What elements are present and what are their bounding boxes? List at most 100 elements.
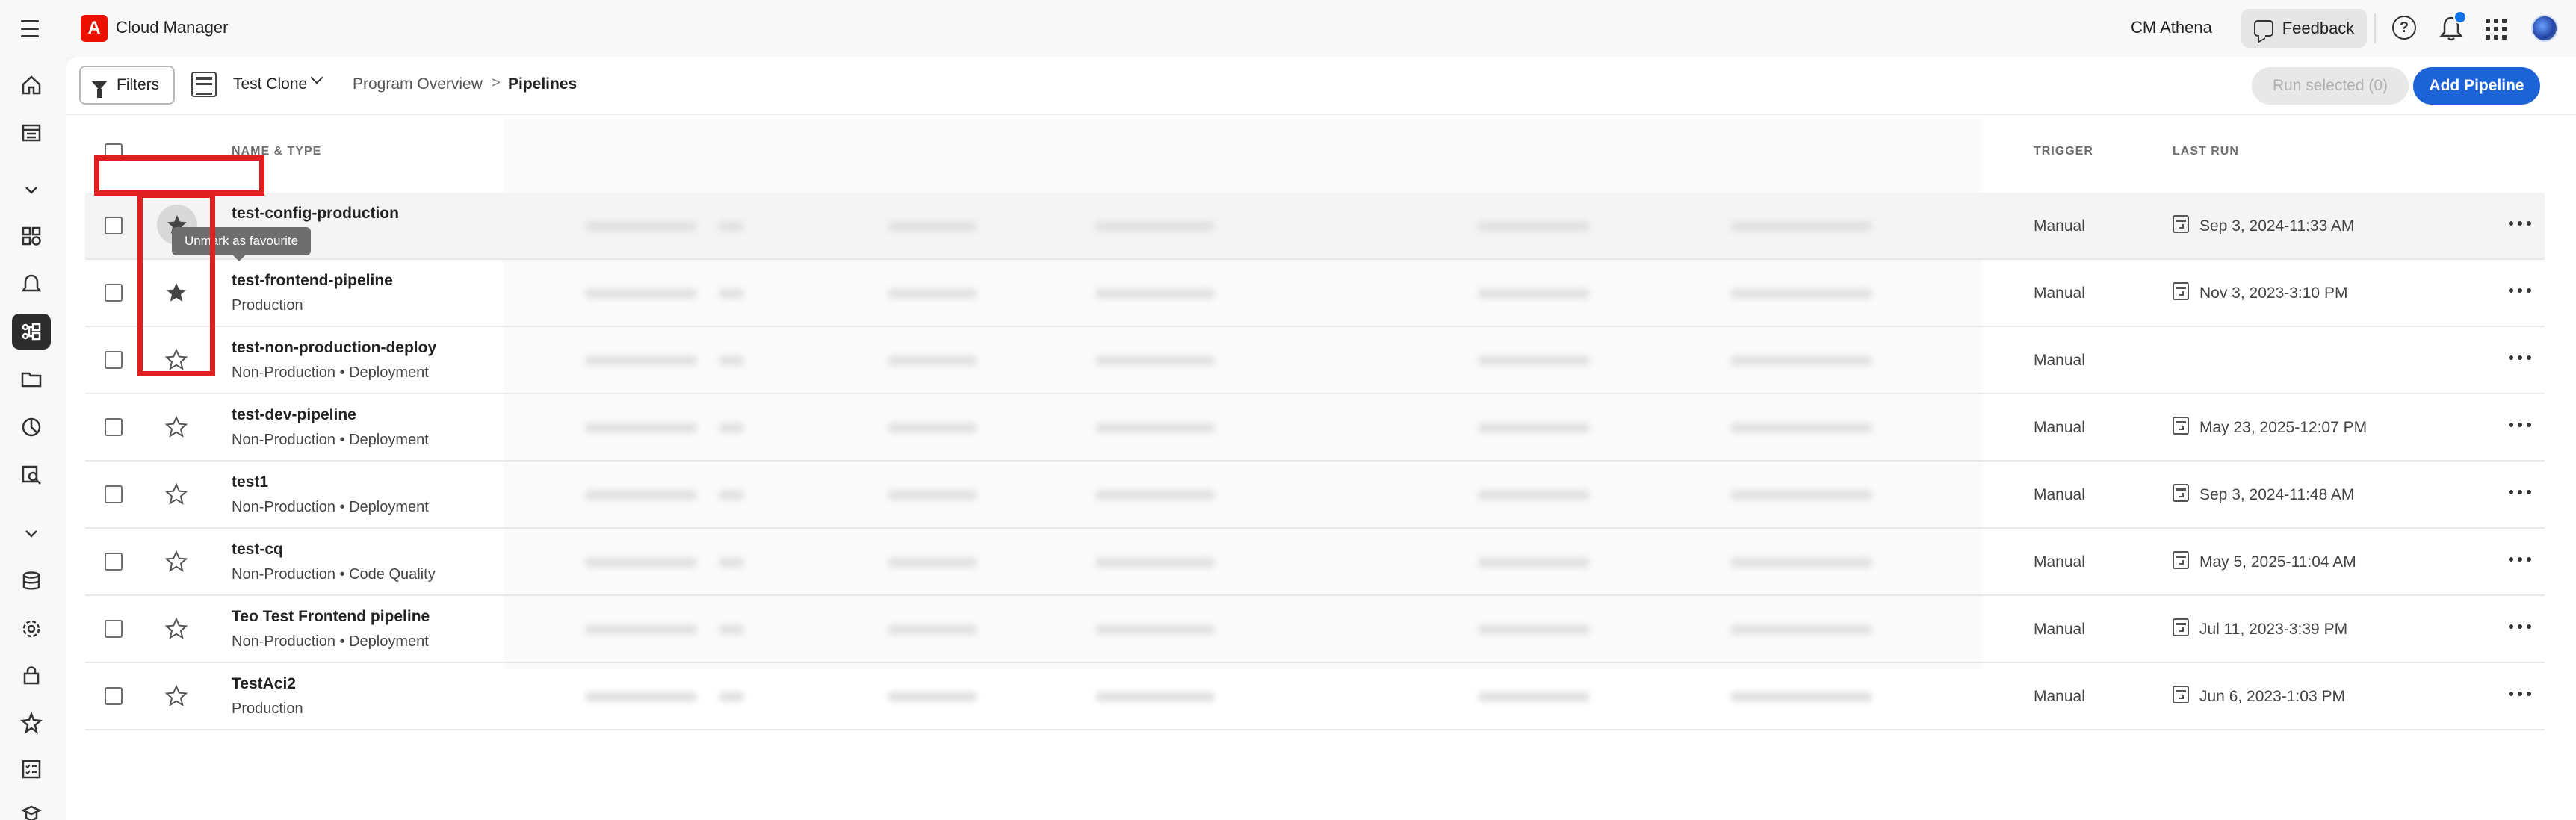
pipeline-name[interactable]: test-config-production [232, 205, 399, 223]
reports-icon[interactable] [18, 414, 45, 441]
row-checkbox[interactable] [105, 687, 123, 705]
breadcrumb-separator: > [492, 75, 501, 91]
star-outline-icon[interactable] [164, 550, 190, 575]
redacted-cell [585, 423, 697, 433]
settings-icon[interactable] [18, 615, 45, 642]
apps-grid-icon[interactable] [2486, 19, 2507, 40]
filters-label: Filters [117, 76, 160, 93]
calendar-icon [2173, 686, 2189, 703]
column-header-last-run[interactable]: LAST RUN [2173, 145, 2239, 158]
feedback-label: Feedback [2282, 19, 2355, 37]
program-selector[interactable]: Test Clone [233, 75, 307, 93]
redacted-cell [1095, 557, 1215, 568]
calendar-icon [2173, 618, 2189, 636]
more-actions-icon[interactable] [2509, 423, 2531, 429]
table-row[interactable]: test1 Non-Production • Deployment Manual Se… [85, 462, 2545, 529]
row-checkbox[interactable] [105, 351, 123, 369]
pipeline-name[interactable]: test-cq [232, 541, 283, 559]
pipeline-name[interactable]: test1 [232, 473, 268, 491]
integrations-icon[interactable] [18, 709, 45, 736]
row-checkbox[interactable] [105, 485, 123, 503]
last-run-cell: Sep 3, 2024-11:33 AM [2199, 217, 2355, 234]
chevron-down-icon[interactable] [18, 176, 45, 203]
more-actions-icon[interactable] [2509, 221, 2531, 227]
table-row[interactable]: test-dev-pipeline Non-Production • Deploy… [85, 394, 2545, 462]
redacted-cell [1730, 490, 1872, 500]
redacted-cell [888, 490, 977, 500]
row-checkbox[interactable] [105, 284, 123, 302]
help-icon[interactable]: ? [2392, 16, 2416, 40]
star-outline-icon[interactable] [164, 415, 190, 441]
row-checkbox[interactable] [105, 620, 123, 638]
calendar-icon [2173, 417, 2189, 435]
top-bar: A Cloud Manager CM Athena Feedback ? [0, 0, 2576, 57]
star-outline-icon[interactable] [164, 482, 190, 508]
more-actions-icon[interactable] [2509, 490, 2531, 496]
feedback-button[interactable]: Feedback [2241, 9, 2367, 48]
column-header-trigger[interactable]: TRIGGER [2034, 145, 2093, 158]
more-actions-icon[interactable] [2509, 288, 2531, 294]
table-row[interactable]: test-config-productionProductionManualSe… [85, 193, 2545, 260]
filters-button[interactable]: Filters [79, 66, 175, 105]
redacted-cell [888, 624, 977, 635]
star-outline-icon[interactable] [164, 617, 190, 642]
row-checkbox[interactable] [105, 418, 123, 436]
run-selected-button[interactable]: Run selected (0) [2252, 67, 2409, 105]
folder-icon[interactable] [18, 366, 45, 393]
redacted-cell [585, 355, 697, 366]
pipeline-name[interactable]: test-non-production-deploy [232, 339, 436, 357]
redacted-cell [1095, 221, 1215, 232]
hamburger-menu-icon[interactable] [16, 15, 43, 42]
app-title[interactable]: Cloud Manager [116, 18, 228, 37]
annotation-box [137, 193, 215, 376]
search-logs-icon[interactable] [18, 462, 45, 488]
pipeline-name[interactable]: test-frontend-pipeline [232, 272, 393, 290]
star-outline-icon[interactable] [164, 684, 190, 709]
trigger-cell: Manual [2034, 419, 2085, 436]
last-run-cell: May 23, 2025-12:07 PM [2199, 419, 2368, 436]
more-actions-icon[interactable] [2509, 692, 2531, 698]
adobe-logo-icon[interactable]: A [81, 15, 108, 42]
avatar[interactable] [2531, 15, 2558, 42]
add-pipeline-button[interactable]: Add Pipeline [2413, 67, 2540, 105]
chevron-down-icon[interactable] [18, 520, 45, 547]
lock-icon[interactable] [18, 662, 45, 689]
breadcrumb-pipelines: Pipelines [508, 75, 578, 93]
last-run-cell: Sep 3, 2024-11:48 AM [2199, 486, 2355, 503]
table-row[interactable]: test-frontend-pipeline Production Manual No… [85, 260, 2545, 327]
table-row[interactable]: test-cq Non-Production • Code Quality Manu… [85, 529, 2545, 596]
more-actions-icon[interactable] [2509, 624, 2531, 630]
breadcrumb-program-overview[interactable]: Program Overview [353, 75, 483, 93]
table-row[interactable]: TestAci2 Production Manual Jun 6, 2023-1:03… [85, 663, 2545, 730]
notifications-icon[interactable] [18, 270, 45, 297]
redacted-cell [1095, 692, 1215, 702]
redacted-cell [585, 288, 697, 299]
pipeline-type: Non-Production • Deployment [232, 364, 429, 381]
table-row[interactable]: test-non-production-deploy Non-Production… [85, 327, 2545, 394]
database-icon[interactable] [18, 568, 45, 594]
redacted-cell [1730, 692, 1872, 702]
programs-icon[interactable] [18, 223, 45, 249]
pipeline-name[interactable]: Teo Test Frontend pipeline [232, 608, 430, 626]
redacted-cell [1095, 423, 1215, 433]
redacted-cell [1095, 624, 1215, 635]
org-switcher[interactable]: CM Athena [2131, 18, 2212, 37]
pipeline-name[interactable]: TestAci2 [232, 675, 296, 693]
pipelines-icon[interactable] [12, 314, 51, 350]
redacted-cell [1478, 557, 1590, 568]
redacted-cell [888, 288, 977, 299]
row-checkbox[interactable] [105, 217, 123, 234]
chevron-down-icon[interactable] [310, 71, 323, 84]
checklist-icon[interactable] [18, 756, 45, 783]
last-run-cell: Jul 11, 2023-3:39 PM [2199, 621, 2348, 638]
redacted-cell [1095, 490, 1215, 500]
activity-icon[interactable] [18, 119, 45, 146]
more-actions-icon[interactable] [2509, 355, 2531, 361]
trigger-cell: Manual [2034, 352, 2085, 369]
table-row[interactable]: Teo Test Frontend pipeline Non-Production… [85, 596, 2545, 663]
row-checkbox[interactable] [105, 553, 123, 571]
learning-icon[interactable] [18, 801, 45, 820]
pipeline-name[interactable]: test-dev-pipeline [232, 406, 356, 424]
home-icon[interactable] [18, 72, 45, 99]
more-actions-icon[interactable] [2509, 557, 2531, 563]
